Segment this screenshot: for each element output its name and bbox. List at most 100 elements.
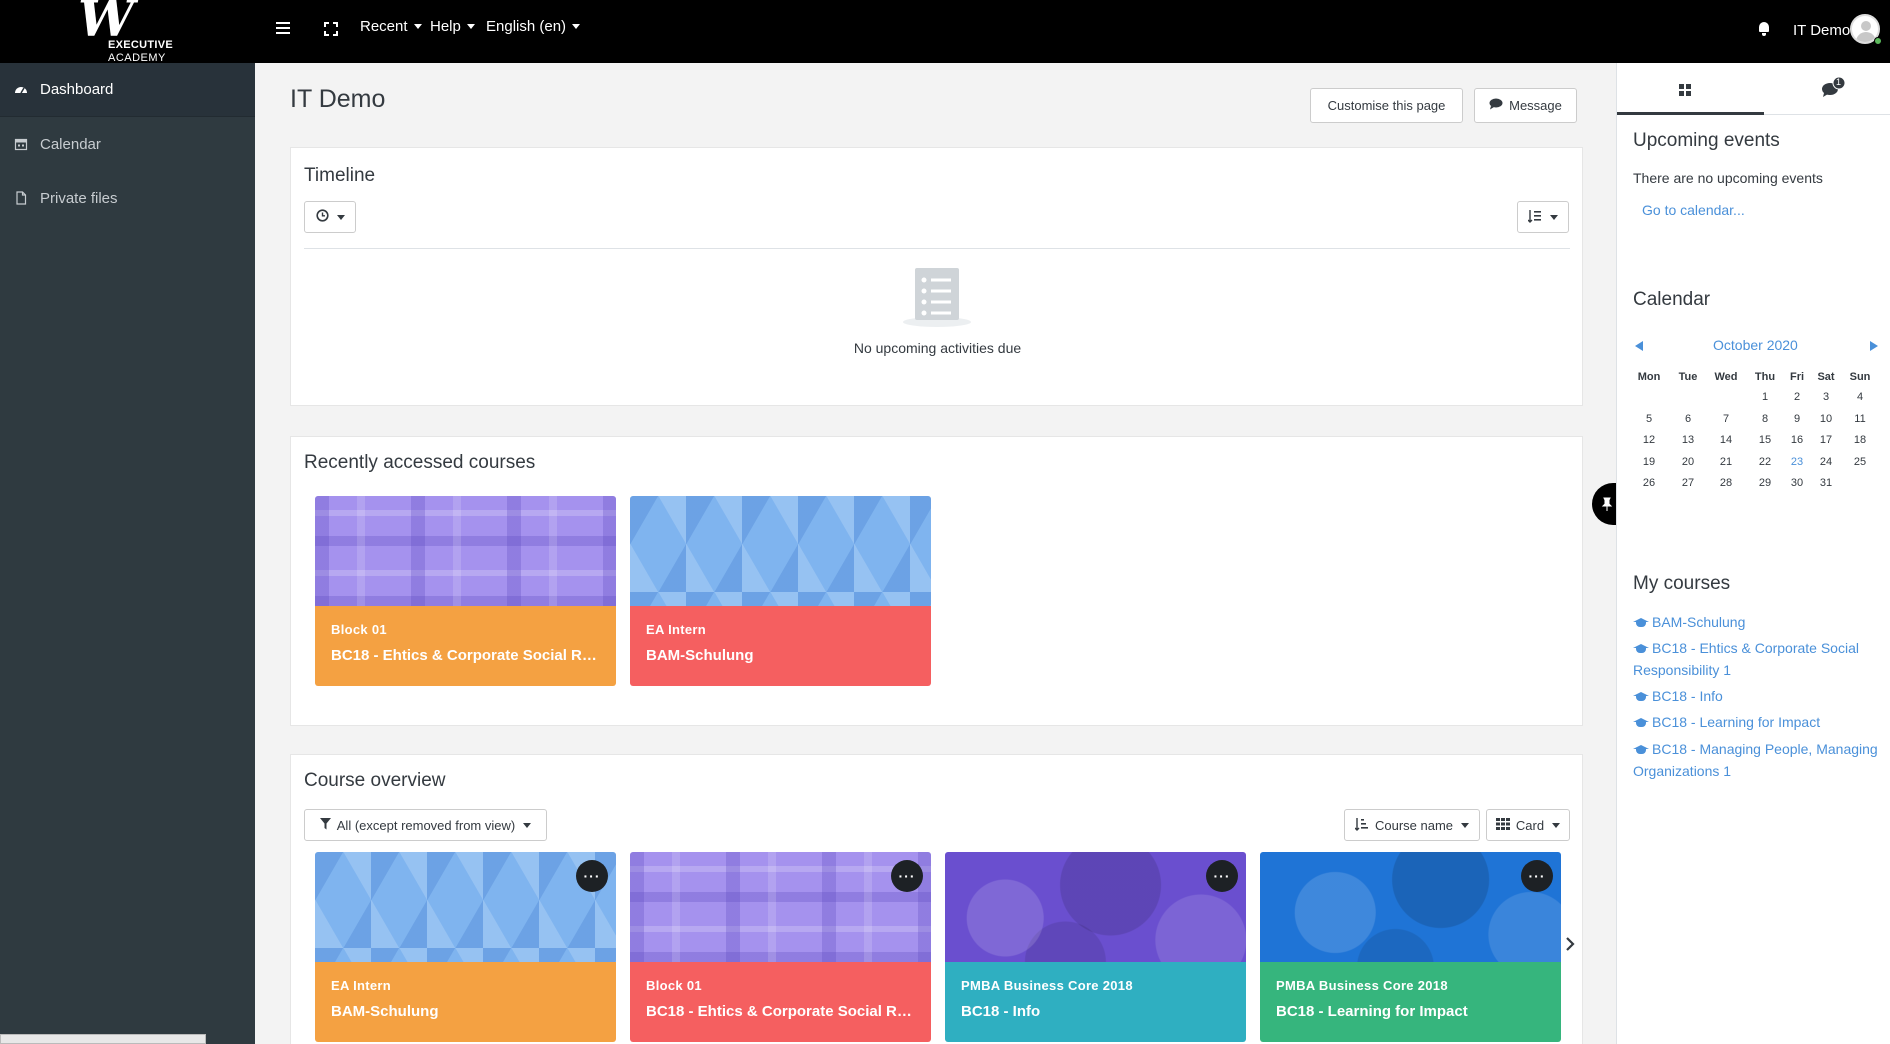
calendar-day[interactable]: 16: [1782, 434, 1812, 446]
overview-course-card[interactable]: ··· PMBA Business Core 2018 BC18 - Info: [945, 852, 1246, 1042]
notification-bell-icon[interactable]: [1758, 22, 1770, 36]
course-view-dropdown[interactable]: Card: [1486, 809, 1570, 841]
calendar-day[interactable]: 28: [1711, 477, 1741, 489]
my-course-link[interactable]: BC18 - Learning for Impact: [1633, 711, 1883, 733]
course-name-link[interactable]: BC18 - Learning for Impact: [1276, 1003, 1545, 1020]
nav-drawer: Dashboard Calendar Private files: [0, 63, 255, 1044]
logo[interactable]: W EXECUTIVE ACADEMY: [78, 0, 198, 64]
overview-course-card[interactable]: ··· PMBA Business Core 2018 BC18 - Learn…: [1260, 852, 1561, 1042]
course-name-link[interactable]: BC18 - Info: [961, 1003, 1230, 1020]
overview-course-card[interactable]: ··· EA Intern BAM-Schulung: [315, 852, 616, 1042]
calendar-day[interactable]: 1: [1750, 391, 1780, 403]
calendar-day[interactable]: 12: [1634, 434, 1664, 446]
calendar-day[interactable]: 5: [1634, 413, 1664, 425]
calendar-day[interactable]: 17: [1811, 434, 1841, 446]
fullscreen-icon[interactable]: [324, 22, 338, 36]
course-image[interactable]: [945, 852, 1246, 962]
message-label: Message: [1509, 98, 1562, 113]
customise-page-button[interactable]: Customise this page: [1310, 88, 1463, 123]
calendar-day[interactable]: 6: [1673, 413, 1703, 425]
calendar-day[interactable]: 10: [1811, 413, 1841, 425]
calendar-day-today[interactable]: 23: [1782, 456, 1812, 468]
drawer-item-calendar[interactable]: Calendar: [0, 117, 255, 171]
tab-blocks[interactable]: [1678, 83, 1692, 97]
my-course-link[interactable]: BC18 - Managing People, Managing Organiz…: [1633, 738, 1883, 782]
calendar-day[interactable]: 4: [1845, 391, 1875, 403]
course-name-link[interactable]: BC18 - Ehtics & Corporate Social Respons…: [331, 647, 600, 664]
recent-menu[interactable]: Recent: [360, 18, 422, 35]
timeline-sort-button[interactable]: [1517, 201, 1569, 233]
calendar-prev-month-icon[interactable]: [1635, 341, 1643, 351]
recent-courses-title: Recently accessed courses: [304, 452, 536, 473]
recent-course-card[interactable]: Block 01 BC18 - Ehtics & Corporate Socia…: [315, 496, 616, 686]
calendar-day[interactable]: 9: [1782, 413, 1812, 425]
graduation-cap-icon: [1633, 745, 1649, 754]
calendar-day[interactable]: 2: [1782, 391, 1812, 403]
timeline-date-filter[interactable]: [304, 201, 356, 233]
my-course-link[interactable]: BC18 - Ehtics & Corporate Social Respons…: [1633, 637, 1883, 681]
course-image[interactable]: [315, 852, 616, 962]
calendar-day[interactable]: 7: [1711, 413, 1741, 425]
pin-icon: [1601, 497, 1613, 511]
calendar-day[interactable]: 31: [1811, 477, 1841, 489]
calendar-day[interactable]: 15: [1750, 434, 1780, 446]
course-name-link[interactable]: BAM-Schulung: [646, 647, 915, 664]
course-image[interactable]: [630, 496, 931, 606]
my-course-link[interactable]: BAM-Schulung: [1633, 611, 1883, 633]
drawer-item-private-files[interactable]: Private files: [0, 171, 255, 225]
my-course-label: BC18 - Learning for Impact: [1652, 714, 1821, 730]
calendar-day[interactable]: 14: [1711, 434, 1741, 446]
course-image[interactable]: [630, 852, 931, 962]
tab-messages[interactable]: 1: [1820, 75, 1848, 99]
help-menu[interactable]: Help: [430, 18, 475, 35]
course-category: EA Intern: [646, 622, 707, 637]
message-button[interactable]: Message: [1474, 88, 1577, 123]
calendar-day[interactable]: 21: [1711, 456, 1741, 468]
course-category: PMBA Business Core 2018: [961, 978, 1133, 993]
course-actions-menu-icon[interactable]: ···: [1206, 860, 1238, 892]
calendar-month-link[interactable]: October 2020: [1713, 337, 1798, 353]
my-course-link[interactable]: BC18 - Info: [1633, 685, 1883, 707]
graduation-cap-icon: [1633, 718, 1649, 727]
calendar-day[interactable]: 20: [1673, 456, 1703, 468]
course-name-link[interactable]: BC18 - Ehtics & Corporate Social Respons…: [646, 1003, 915, 1020]
course-actions-menu-icon[interactable]: ···: [1521, 860, 1553, 892]
calendar-day[interactable]: 22: [1750, 456, 1780, 468]
course-actions-menu-icon[interactable]: ···: [576, 860, 608, 892]
pin-drawer-button[interactable]: [1592, 483, 1618, 525]
calendar-weekday: Wed: [1714, 371, 1738, 383]
calendar-next-month-icon[interactable]: [1870, 341, 1878, 351]
calendar-day[interactable]: 26: [1634, 477, 1664, 489]
dashboard-icon: [14, 83, 28, 97]
overview-course-card[interactable]: ··· Block 01 BC18 - Ehtics & Corporate S…: [630, 852, 931, 1042]
calendar-day[interactable]: 3: [1811, 391, 1841, 403]
recent-course-card[interactable]: EA Intern BAM-Schulung: [630, 496, 931, 686]
course-actions-menu-icon[interactable]: ···: [891, 860, 923, 892]
drawer-item-label: Calendar: [40, 135, 101, 153]
calendar-day[interactable]: 8: [1750, 413, 1780, 425]
calendar-day[interactable]: 18: [1845, 434, 1875, 446]
go-to-calendar-link[interactable]: Go to calendar...: [1642, 202, 1745, 218]
course-image[interactable]: [315, 496, 616, 606]
chevron-right-icon[interactable]: [1564, 935, 1576, 953]
calendar-day[interactable]: 24: [1811, 456, 1841, 468]
user-menu-name[interactable]: IT Demo: [1793, 22, 1850, 39]
course-category: Block 01: [331, 622, 387, 637]
course-filter-dropdown[interactable]: All (except removed from view): [304, 809, 547, 841]
course-name-link[interactable]: BAM-Schulung: [331, 1003, 600, 1020]
course-filter-label: All (except removed from view): [336, 817, 516, 833]
calendar-day[interactable]: 25: [1845, 456, 1875, 468]
calendar-day[interactable]: 29: [1750, 477, 1780, 489]
calendar-day[interactable]: 27: [1673, 477, 1703, 489]
chat-bubble-icon: [1822, 76, 1846, 97]
course-info: PMBA Business Core 2018 BC18 - Info: [945, 962, 1246, 1042]
course-image[interactable]: [1260, 852, 1561, 962]
calendar-day[interactable]: 30: [1782, 477, 1812, 489]
hamburger-menu-icon[interactable]: [276, 22, 290, 34]
calendar-day[interactable]: 19: [1634, 456, 1664, 468]
drawer-item-dashboard[interactable]: Dashboard: [0, 63, 255, 117]
calendar-day[interactable]: 13: [1673, 434, 1703, 446]
calendar-day[interactable]: 11: [1845, 413, 1875, 425]
course-sort-dropdown[interactable]: Course name: [1344, 809, 1480, 841]
language-menu[interactable]: English (en): [486, 18, 581, 35]
